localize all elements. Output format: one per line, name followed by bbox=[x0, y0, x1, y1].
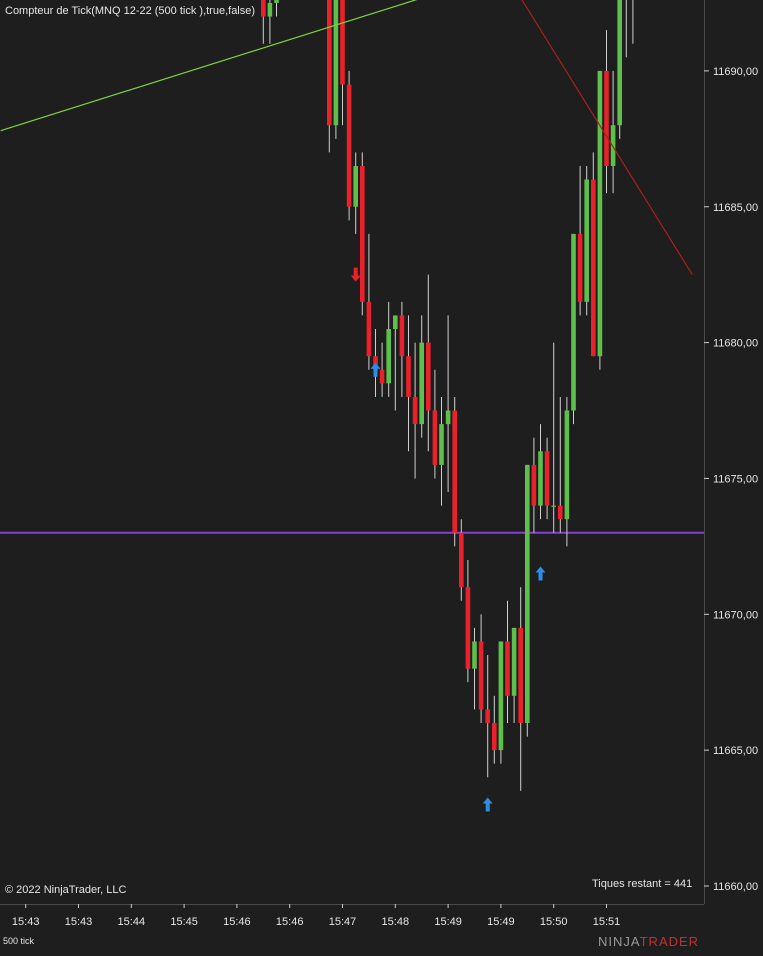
candle-body bbox=[511, 627, 517, 696]
y-tick-label: 11675,00 bbox=[713, 473, 758, 485]
x-tick-label: 15:43 bbox=[12, 916, 40, 928]
x-tick-label: 15:51 bbox=[593, 916, 621, 928]
candle-body bbox=[617, 0, 622, 126]
buy-signal-arrow bbox=[535, 566, 546, 581]
candle-body bbox=[340, 0, 345, 85]
candle-body bbox=[485, 709, 490, 723]
candle-body bbox=[386, 329, 391, 384]
candle-body bbox=[419, 342, 424, 425]
y-tick-label: 11670,00 bbox=[713, 609, 758, 621]
candle-body bbox=[346, 84, 352, 207]
x-tick-label: 15:43 bbox=[65, 916, 93, 928]
y-tick-label: 11690,00 bbox=[713, 66, 758, 78]
candle-body bbox=[472, 641, 477, 669]
chart-container[interactable]: 11660,00 11665,00 11670,00 11675,00 11680,00… bbox=[0, 0, 763, 951]
buy-signal-arrow bbox=[482, 797, 493, 812]
x-tick-label: 15:47 bbox=[329, 916, 357, 928]
candle-body bbox=[379, 369, 385, 384]
green-trendline bbox=[0, 0, 418, 132]
candle-body bbox=[465, 587, 471, 669]
candle-body bbox=[564, 410, 570, 520]
ninjatrader-logo: NINJATRADER bbox=[598, 934, 699, 949]
candle-body bbox=[406, 356, 411, 397]
candle-body bbox=[445, 410, 451, 425]
candle-body bbox=[399, 315, 405, 357]
candle-body bbox=[531, 464, 537, 506]
x-tick-label: 15:45 bbox=[170, 916, 198, 928]
candle-body bbox=[459, 532, 464, 588]
buy-signal-arrow bbox=[370, 362, 381, 377]
copyright-text: © 2022 NinjaTrader, LLC bbox=[5, 884, 127, 896]
plot-area bbox=[0, 0, 704, 812]
y-tick-label: 11685,00 bbox=[713, 202, 758, 214]
candle-body bbox=[505, 641, 510, 696]
candle-body bbox=[353, 165, 358, 207]
x-tick-label: 15:44 bbox=[118, 916, 146, 928]
y-tick-label: 11665,00 bbox=[713, 745, 758, 757]
x-tick-label: 15:50 bbox=[540, 916, 568, 928]
candle-body bbox=[492, 722, 497, 751]
candle-body bbox=[432, 410, 438, 465]
candle-body bbox=[498, 641, 504, 751]
candle-body bbox=[274, 0, 279, 3]
interval-label: 500 tick bbox=[3, 936, 35, 946]
candle-body bbox=[261, 0, 266, 17]
candle-body bbox=[267, 2, 273, 17]
y-tick-label: 11660,00 bbox=[713, 881, 758, 893]
candle-body bbox=[393, 315, 398, 330]
candle-body bbox=[439, 424, 444, 465]
x-tick-label: 15:49 bbox=[434, 916, 462, 928]
candle-body bbox=[412, 396, 418, 425]
sell-signal-arrow bbox=[350, 267, 361, 282]
candle-body bbox=[571, 233, 576, 411]
candle-body bbox=[360, 165, 365, 302]
brand-trader: TRADER bbox=[639, 934, 700, 949]
x-tick-label: 15:49 bbox=[487, 916, 515, 928]
candle-body bbox=[478, 641, 484, 710]
x-tick-label: 15:48 bbox=[382, 916, 410, 928]
candle-body bbox=[544, 451, 550, 506]
candle-body bbox=[597, 70, 603, 357]
x-tick-label: 15:46 bbox=[223, 916, 251, 928]
candle-body bbox=[327, 0, 332, 126]
brand-ninja: NINJA bbox=[598, 934, 640, 949]
candle-body bbox=[366, 301, 372, 357]
chart-title: Compteur de Tick(MNQ 12-22 (500 tick ),t… bbox=[5, 5, 256, 17]
x-tick-label: 15:46 bbox=[276, 916, 304, 928]
candle-body bbox=[577, 233, 583, 302]
candle-body bbox=[525, 464, 530, 723]
candle-body bbox=[551, 505, 556, 507]
candle-body bbox=[426, 342, 431, 411]
candle-body bbox=[452, 410, 457, 533]
price-chart[interactable]: 11660,00 11665,00 11670,00 11675,00 11680,00… bbox=[0, 0, 763, 951]
candle-body bbox=[518, 627, 523, 723]
candle-body bbox=[591, 179, 596, 357]
candle-body bbox=[584, 179, 589, 302]
candle-body bbox=[538, 451, 543, 506]
candle-body bbox=[604, 70, 609, 166]
candle-body bbox=[558, 505, 563, 520]
candle-body bbox=[333, 0, 339, 126]
y-tick-label: 11680,00 bbox=[713, 338, 758, 350]
candle-body bbox=[610, 125, 616, 166]
ticks-remaining: Tiques restant = 441 bbox=[592, 878, 693, 890]
